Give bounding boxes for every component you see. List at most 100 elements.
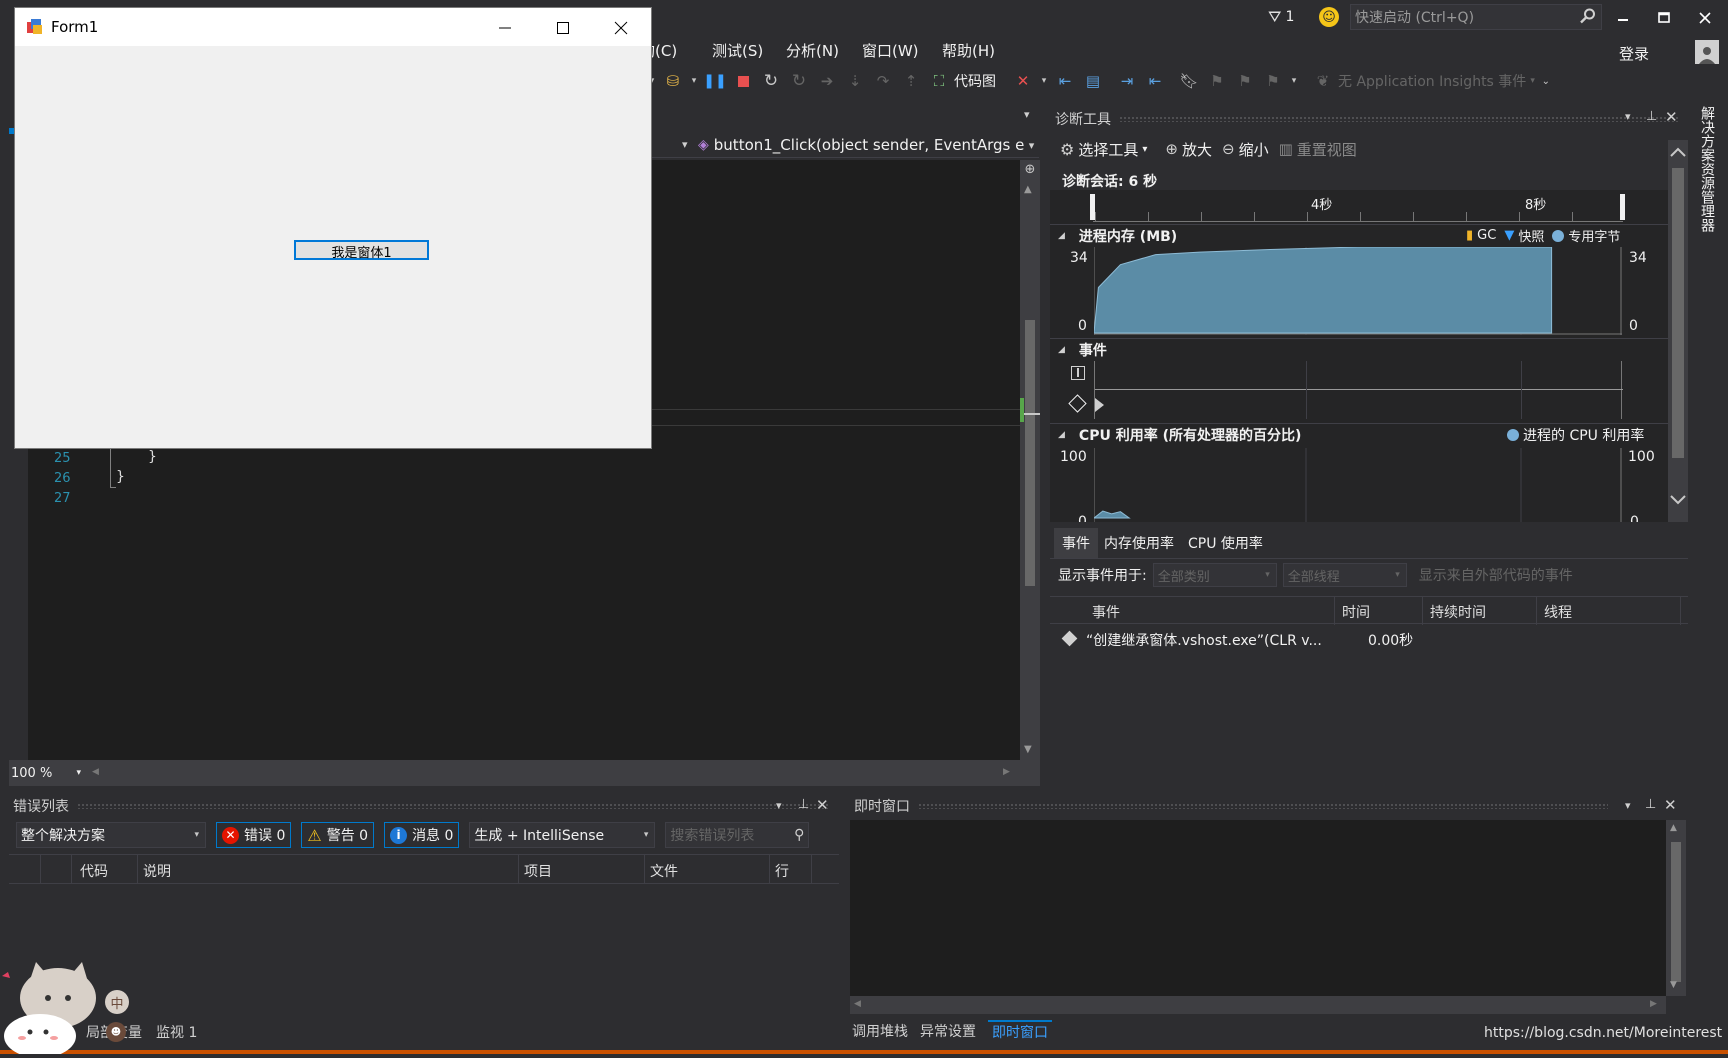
menu-item-test[interactable]: 测试(S) xyxy=(712,40,786,62)
editor-tabs-dropdown-icon[interactable]: ▾ xyxy=(1024,108,1030,121)
zoom-dropdown[interactable]: 100 % ▾ xyxy=(11,764,81,782)
column-header-event[interactable]: 事件 xyxy=(1092,602,1120,622)
tab-call-stack[interactable]: 调用堆栈 xyxy=(852,1021,908,1041)
panel-close-icon[interactable]: ✕ xyxy=(1665,108,1678,126)
panel-close-icon[interactable]: ✕ xyxy=(816,796,829,814)
scroll-down-icon[interactable]: ▼ xyxy=(1670,980,1677,990)
column-header-line[interactable]: 行 xyxy=(775,861,789,881)
messages-filter-button[interactable]: i 消息 0 xyxy=(384,822,460,848)
scroll-right-icon[interactable]: ▶ xyxy=(1650,999,1657,1009)
immediate-input-area[interactable] xyxy=(850,820,1666,996)
solution-explorer-tab[interactable]: 解决方案资源管理器 xyxy=(1697,106,1715,232)
scroll-up-icon[interactable]: ▲ xyxy=(1670,823,1677,833)
column-header-project[interactable]: 项目 xyxy=(524,861,552,881)
category-filter-dropdown[interactable]: 全部类别 ▾ xyxy=(1152,563,1277,587)
scroll-left-icon[interactable]: ◀ xyxy=(92,767,99,777)
nav-class-dropdown-icon[interactable]: ▾ xyxy=(682,138,688,151)
diag-scroll-thumb[interactable] xyxy=(1672,168,1684,458)
quick-launch-search-icon[interactable] xyxy=(1579,7,1597,25)
column-header-description[interactable]: 说明 xyxy=(143,861,171,881)
scroll-right-icon[interactable]: ▶ xyxy=(1003,767,1010,777)
clear-bookmarks-icon[interactable]: ⚑ xyxy=(1262,70,1284,92)
tab-cpu-usage[interactable]: CPU 使用率 xyxy=(1180,528,1271,558)
scroll-up-icon[interactable] xyxy=(1669,144,1687,160)
panel-dropdown-icon[interactable]: ▾ xyxy=(776,799,782,812)
split-editor-icon[interactable]: ⊕ xyxy=(1022,162,1038,178)
immediate-vscroll[interactable]: ▲ ▼ xyxy=(1666,820,1686,996)
scroll-down-icon[interactable]: ▼ xyxy=(1024,744,1032,755)
stop-icon[interactable] xyxy=(732,70,754,92)
immediate-hscroll[interactable]: ◀ ▶ xyxy=(850,996,1666,1014)
scrollbar-thumb[interactable] xyxy=(1025,320,1035,586)
restart-icon[interactable]: ↻ xyxy=(760,70,782,92)
form1-window[interactable]: Form1 我是窗体1 xyxy=(14,7,652,449)
tab-exception-settings[interactable]: 异常设置 xyxy=(920,1021,976,1041)
zoom-out-button[interactable]: ⊖ 缩小 xyxy=(1222,139,1269,160)
process-attach-icon[interactable]: ⛁ xyxy=(662,70,684,92)
form-maximize-icon[interactable] xyxy=(553,18,573,38)
form-button1[interactable]: 我是窗体1 xyxy=(294,240,429,261)
dropdown-arrow-icon[interactable]: ▾ xyxy=(1040,70,1048,92)
pin-icon[interactable]: ⊥ xyxy=(1646,109,1657,124)
panel-dropdown-icon[interactable]: ▾ xyxy=(1625,110,1631,123)
timeline-end-handle[interactable] xyxy=(1620,194,1625,220)
step-over-icon[interactable]: ↷ xyxy=(872,70,894,92)
event-marker-icon[interactable] xyxy=(1095,398,1104,412)
column-header-thread[interactable]: 线程 xyxy=(1544,602,1572,622)
collapse-triangle-icon[interactable]: ◢ xyxy=(1058,430,1065,440)
notification-filter[interactable]: ⛛ 1 xyxy=(1268,6,1294,28)
scroll-down-icon[interactable] xyxy=(1669,492,1687,508)
stack-icon[interactable]: ▤ xyxy=(1082,70,1104,92)
feedback-smiley-icon[interactable]: ☺ xyxy=(1319,7,1339,27)
exception-icon[interactable]: ✕ xyxy=(1012,70,1034,92)
indent-icon[interactable]: ⇥ xyxy=(1116,70,1138,92)
tab-watch-1[interactable]: 监视 1 xyxy=(156,1022,197,1042)
login-link[interactable]: 登录 xyxy=(1619,43,1649,64)
prev-bookmark-icon[interactable]: ⚑ xyxy=(1206,70,1228,92)
column-header-file[interactable]: 文件 xyxy=(650,861,678,881)
scroll-up-icon[interactable]: ▲ xyxy=(1024,184,1032,195)
tab-memory-usage[interactable]: 内存使用率 xyxy=(1098,528,1180,558)
external-code-toggle[interactable]: 显示来自外部代码的事件 xyxy=(1419,565,1573,585)
form-minimize-icon[interactable] xyxy=(495,18,515,38)
tab-immediate-window[interactable]: 即时窗口 xyxy=(988,1020,1052,1042)
column-header-time[interactable]: 时间 xyxy=(1342,602,1370,622)
step-out-icon[interactable]: ⇡ xyxy=(900,70,922,92)
error-search-input[interactable]: 搜索错误列表 ⚲ xyxy=(665,822,810,848)
column-header-code[interactable]: 代码 xyxy=(80,861,108,881)
collapse-triangle-icon[interactable]: ◢ xyxy=(1058,231,1065,241)
outdent-icon[interactable]: ⇤ xyxy=(1144,70,1166,92)
thread-filter-dropdown[interactable]: 全部线程 ▾ xyxy=(1282,563,1407,587)
form-close-icon[interactable] xyxy=(611,18,631,38)
zoom-in-button[interactable]: ⊕ 放大 xyxy=(1165,139,1212,160)
quick-launch-input[interactable]: 快速启动 (Ctrl+Q) xyxy=(1350,4,1602,30)
step-into-icon[interactable]: ⇣ xyxy=(844,70,866,92)
app-insights-button[interactable]: ❦ 无 Application Insights 事件 ▾ xyxy=(1312,70,1535,92)
next-bookmark-icon[interactable]: ⚑ xyxy=(1234,70,1256,92)
pin-icon[interactable]: ⊥ xyxy=(1645,797,1656,812)
method-dropdown[interactable]: ◈ button1_Click(object sender, EventArgs… xyxy=(698,133,1038,157)
reset-view-button[interactable]: ▥ 重置视图 xyxy=(1279,139,1357,160)
table-row[interactable]: “创建继承窗体.vshost.exe”(CLR v... 0.00秒 xyxy=(1050,626,1688,652)
dropdown-arrow-icon[interactable]: ▾ xyxy=(1290,70,1298,92)
show-next-statement-icon[interactable]: ➔ xyxy=(816,70,838,92)
threads-icon[interactable]: ⇤ xyxy=(1054,70,1076,92)
scrollbar-thumb[interactable] xyxy=(1671,842,1681,982)
errors-filter-button[interactable]: ✕ 错误 0 xyxy=(216,822,292,848)
build-filter-dropdown[interactable]: 生成 + IntelliSense ▾ xyxy=(469,822,656,848)
menu-item-window[interactable]: 窗口(W) xyxy=(862,40,942,62)
account-avatar-icon[interactable] xyxy=(1695,40,1719,64)
maximize-icon[interactable] xyxy=(1654,8,1674,28)
panel-close-icon[interactable]: ✕ xyxy=(1664,796,1677,814)
pause-icon[interactable]: ❚❚ xyxy=(703,70,726,92)
dropdown-arrow-icon[interactable]: ▾ xyxy=(690,70,698,92)
toolbar-overflow-icon[interactable]: ⌄ xyxy=(1541,70,1551,92)
menu-item-analyze[interactable]: 分析(N) xyxy=(786,40,862,62)
select-tools-button[interactable]: ⚙ 选择工具 ▾ xyxy=(1060,139,1147,160)
tab-events[interactable]: 事件 xyxy=(1054,528,1098,558)
scroll-left-icon[interactable]: ◀ xyxy=(854,999,861,1009)
panel-dropdown-icon[interactable]: ▾ xyxy=(1625,799,1631,812)
warnings-filter-button[interactable]: ⚠ 警告 0 xyxy=(301,822,375,848)
ime-indicator[interactable]: 中 xyxy=(105,990,129,1014)
ime-settings-icon[interactable]: ☻ xyxy=(106,1022,126,1042)
